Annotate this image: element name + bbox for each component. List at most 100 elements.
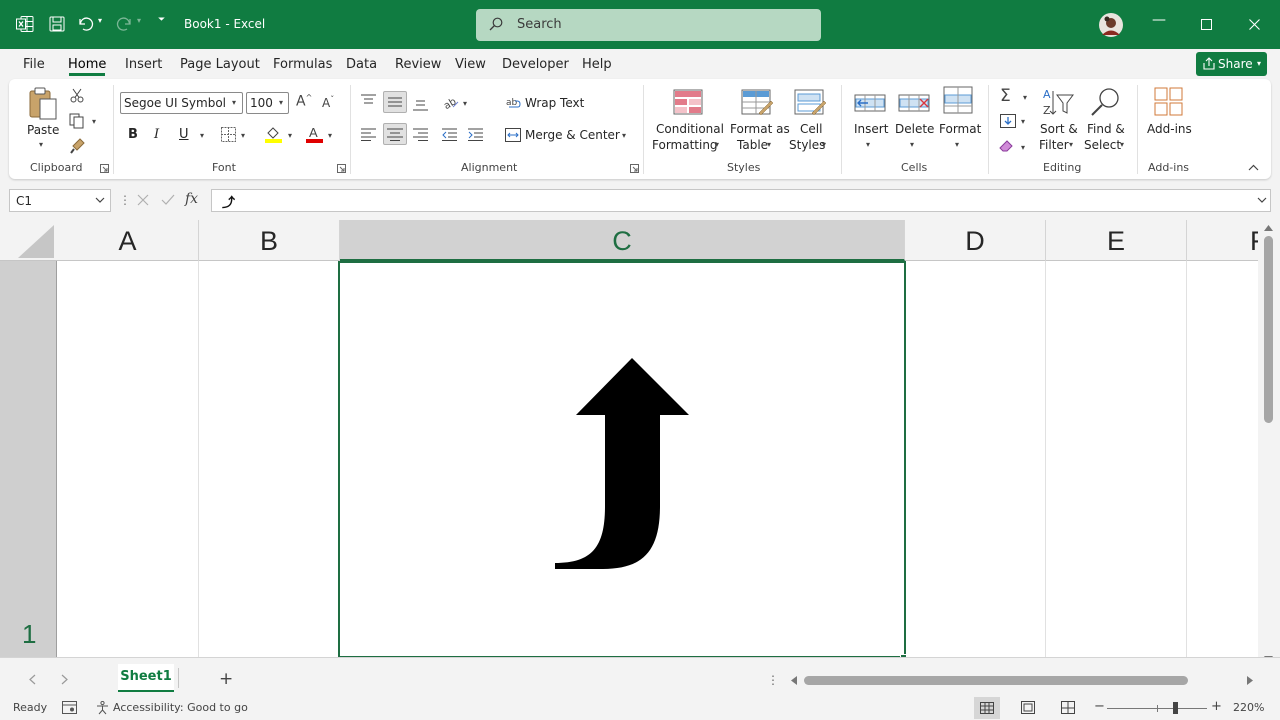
scroll-right-icon[interactable] [1247, 676, 1253, 685]
tab-review[interactable]: Review [395, 57, 441, 72]
clear-dropdown-icon[interactable]: ▾ [1021, 143, 1025, 152]
tab-formulas[interactable]: Formulas [273, 57, 332, 72]
font-color-dropdown-icon[interactable]: ▾ [328, 131, 332, 140]
increase-font-size-icon[interactable]: A^ [296, 93, 312, 110]
font-size-select[interactable]: 100 ▾ [246, 92, 289, 114]
underline-dropdown-icon[interactable]: ▾ [200, 131, 204, 140]
tab-home[interactable]: Home [68, 57, 106, 72]
wrap-text-icon[interactable]: ab [506, 95, 521, 109]
font-name-select[interactable]: Segoe UI Symbol ▾ [120, 92, 243, 114]
borders-icon[interactable] [221, 127, 236, 142]
close-icon[interactable] [1249, 19, 1260, 30]
cancel-entry-icon[interactable] [137, 194, 149, 206]
format-cells-button[interactable]: Format ▾ [937, 86, 981, 156]
orientation-icon[interactable]: ab [443, 94, 459, 110]
column-header-a[interactable]: A [57, 220, 199, 261]
minimize-icon[interactable]: — [1152, 12, 1166, 28]
avatar[interactable] [1099, 13, 1123, 37]
italic-button[interactable]: I [154, 127, 159, 142]
tab-split-handle-icon[interactable]: ⋮ [767, 673, 779, 687]
tab-file[interactable]: File [23, 57, 45, 72]
accessibility-status[interactable]: Accessibility: Good to go [113, 701, 248, 714]
save-icon[interactable] [49, 16, 65, 32]
merge-center-icon[interactable] [505, 128, 521, 142]
decrease-indent-icon[interactable] [442, 128, 457, 141]
cell-styles-button[interactable]: Cell Styles ▾ [787, 86, 833, 156]
font-color-icon[interactable]: A [306, 125, 324, 143]
fill-color-icon[interactable] [265, 125, 283, 143]
share-button[interactable]: Share ▾ [1196, 52, 1267, 76]
fill-icon[interactable] [1000, 114, 1016, 128]
increase-indent-icon[interactable] [468, 128, 483, 141]
underline-button[interactable]: U [179, 127, 189, 142]
zoom-out-icon[interactable]: − [1094, 699, 1105, 714]
row-header-1[interactable]: 1 [22, 619, 36, 650]
customize-toolbar-icon[interactable]: ⏷ [158, 15, 165, 25]
accessibility-icon[interactable] [95, 701, 110, 715]
align-left-icon[interactable] [361, 128, 376, 141]
zoom-in-icon[interactable]: + [1211, 699, 1222, 714]
page-break-view-icon[interactable] [1061, 701, 1075, 714]
tab-insert[interactable]: Insert [125, 57, 162, 72]
add-sheet-button[interactable]: + [219, 669, 233, 689]
search-box[interactable]: Search [476, 9, 821, 41]
name-box[interactable]: C1 [9, 189, 111, 212]
page-layout-view-icon[interactable] [1021, 701, 1035, 714]
delete-cells-button[interactable]: Delete ▾ [894, 86, 934, 156]
format-as-table-button[interactable]: Format as Table ▾ [729, 86, 790, 156]
merge-center-dropdown-icon[interactable]: ▾ [622, 131, 626, 140]
top-align-icon[interactable] [361, 94, 376, 107]
tab-page-layout[interactable]: Page Layout [180, 57, 260, 72]
copy-dropdown-icon[interactable]: ▾ [92, 117, 96, 126]
active-cell-c1[interactable] [338, 261, 906, 658]
merge-center-button[interactable]: Merge & Center [525, 128, 620, 142]
clear-icon[interactable] [999, 139, 1016, 153]
autosum-dropdown-icon[interactable]: ▾ [1023, 93, 1027, 102]
wrap-text-button[interactable]: Wrap Text [525, 96, 584, 110]
horizontal-scroll-thumb[interactable] [804, 676, 1188, 685]
alignment-launcher-icon[interactable] [630, 164, 639, 173]
align-center-icon[interactable] [383, 123, 407, 145]
tab-view[interactable]: View [455, 57, 486, 72]
redo-icon[interactable] [116, 16, 132, 32]
add-ins-button[interactable]: Add-ins [1145, 86, 1193, 136]
find-select-button[interactable]: Find & Select ▾ [1083, 86, 1129, 156]
tab-data[interactable]: Data [346, 57, 377, 72]
bold-button[interactable]: B [128, 127, 138, 142]
fill-dropdown-icon[interactable]: ▾ [1021, 117, 1025, 126]
column-header-c[interactable]: C [340, 220, 905, 261]
tab-developer[interactable]: Developer [502, 57, 569, 72]
confirm-entry-icon[interactable] [161, 194, 175, 206]
paste-button[interactable]: Paste ▾ [24, 85, 62, 155]
format-painter-icon[interactable] [70, 138, 86, 154]
clipboard-launcher-icon[interactable] [100, 164, 109, 173]
fill-color-dropdown-icon[interactable]: ▾ [288, 131, 292, 140]
column-header-d[interactable]: D [905, 220, 1046, 261]
maximize-icon[interactable] [1201, 19, 1212, 30]
redo-dropdown-icon[interactable]: ▾ [137, 16, 141, 25]
name-box-dropdown-icon[interactable] [95, 197, 105, 203]
zoom-slider-thumb[interactable] [1173, 702, 1178, 714]
column-header-b[interactable]: B [199, 220, 340, 261]
normal-view-icon[interactable] [974, 697, 1000, 719]
bottom-align-icon[interactable] [413, 98, 428, 111]
zoom-level[interactable]: 220% [1233, 701, 1264, 714]
decrease-font-size-icon[interactable]: Aˇ [322, 95, 334, 110]
orientation-dropdown-icon[interactable]: ▾ [463, 99, 467, 108]
undo-dropdown-icon[interactable]: ▾ [98, 16, 102, 25]
tab-help[interactable]: Help [582, 57, 612, 72]
font-launcher-icon[interactable] [337, 164, 346, 173]
borders-dropdown-icon[interactable]: ▾ [241, 131, 245, 140]
vertical-scroll-thumb[interactable] [1264, 236, 1273, 423]
sort-filter-button[interactable]: AZ Sort & Filter ▾ [1037, 86, 1079, 156]
scroll-up-icon[interactable] [1264, 225, 1273, 231]
conditional-formatting-button[interactable]: Conditional Formatting ▾ [652, 86, 724, 156]
insert-function-button[interactable]: fx [185, 191, 198, 207]
insert-cells-button[interactable]: Insert ▾ [850, 86, 890, 156]
select-all-button[interactable] [18, 225, 55, 258]
macro-recording-icon[interactable] [62, 701, 77, 714]
sheet-tab-sheet1[interactable]: Sheet1 [118, 664, 174, 692]
undo-icon[interactable] [78, 16, 94, 32]
formula-bar-options-icon[interactable]: ⋮ [119, 193, 131, 207]
collapse-ribbon-icon[interactable] [1248, 164, 1259, 171]
